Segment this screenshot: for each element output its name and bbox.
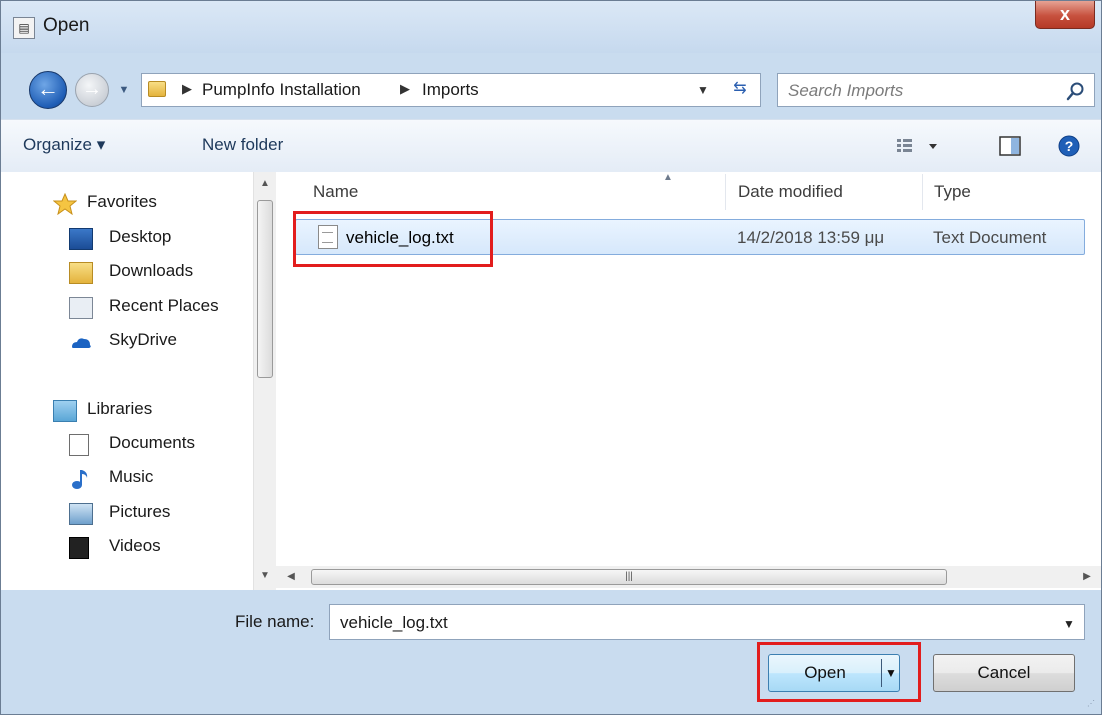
scroll-up-icon[interactable]: ▲ — [254, 174, 276, 194]
pictures-icon — [69, 503, 93, 525]
sidebar-item-skydrive[interactable]: SkyDrive — [69, 327, 267, 357]
sidebar-item-recent-places[interactable]: Recent Places — [69, 293, 267, 323]
music-icon — [72, 470, 88, 489]
forward-arrow-icon: → — [82, 78, 102, 100]
help-icon: ? — [1058, 135, 1080, 157]
preview-pane-icon — [999, 136, 1021, 156]
sort-ascending-icon: ▲ — [663, 172, 673, 183]
sidebar-item-documents[interactable]: Documents — [69, 430, 267, 460]
window-title: Open — [43, 15, 90, 36]
downloads-icon — [69, 262, 93, 284]
organize-button[interactable]: Organize ▾ — [23, 135, 105, 155]
column-header-name[interactable]: Name — [313, 182, 358, 202]
breadcrumb-pumpinfo-installation[interactable]: PumpInfo Installation — [202, 80, 361, 100]
dialog-icon: ▤ — [13, 17, 35, 39]
column-header-date-modified[interactable]: Date modified — [738, 182, 843, 202]
videos-icon — [69, 537, 89, 559]
open-dialog: ▤ Open x ← → ▼ ▶ PumpInfo Installation ▶… — [0, 0, 1102, 715]
file-date-modified: 14/2/2018 13:59 μμ — [737, 228, 885, 247]
close-icon: x — [1059, 4, 1070, 24]
file-highlight-box — [293, 211, 493, 267]
refresh-icon: ⇆ — [733, 80, 747, 97]
skydrive-icon — [72, 338, 91, 348]
file-list-scroll-thumb[interactable]: ||| — [311, 569, 947, 585]
scroll-right-icon[interactable]: ▶ — [1076, 567, 1098, 587]
file-name-label: File name: — [235, 612, 315, 631]
file-name-field[interactable] — [338, 611, 1042, 635]
folder-icon — [148, 81, 166, 97]
command-toolbar: Organize ▾ New folder ? — [1, 119, 1101, 173]
favorites-star-icon — [53, 193, 77, 215]
file-name-combobox[interactable]: ▼ — [329, 604, 1085, 640]
column-header-type[interactable]: Type — [934, 182, 971, 202]
resize-grip-icon[interactable]: ⋰ — [1087, 699, 1099, 711]
search-box[interactable] — [777, 73, 1095, 107]
svg-text:?: ? — [1065, 138, 1074, 154]
cancel-button[interactable]: Cancel — [933, 654, 1075, 692]
refresh-button[interactable]: ⇆ — [721, 74, 759, 104]
forward-button[interactable]: → — [75, 73, 109, 107]
view-options-icon — [897, 139, 937, 152]
new-folder-button[interactable]: New folder — [202, 135, 283, 155]
libraries-icon — [53, 400, 77, 422]
file-name-dropdown-icon[interactable]: ▼ — [1063, 617, 1075, 631]
back-arrow-icon: ← — [37, 76, 59, 101]
breadcrumb-separator-icon[interactable]: ▶ — [400, 81, 410, 97]
address-bar[interactable]: ▶ PumpInfo Installation ▶ Imports ▼ — [141, 73, 761, 107]
title-bar: ▤ Open x — [1, 1, 1101, 53]
file-type: Text Document — [933, 228, 1047, 247]
close-button[interactable]: x — [1035, 1, 1095, 29]
sidebar-item-downloads[interactable]: Downloads — [69, 258, 267, 288]
scroll-left-icon[interactable]: ◀ — [280, 567, 302, 587]
documents-icon — [69, 434, 89, 456]
cancel-button-label: Cancel — [977, 663, 1031, 682]
column-divider[interactable] — [725, 174, 726, 210]
navigation-bar: ← → ▼ ▶ PumpInfo Installation ▶ Imports … — [1, 69, 1101, 111]
recent-locations-dropdown[interactable]: ▼ — [117, 83, 131, 97]
navigation-pane-scrollbar[interactable]: ▲ ▼ — [253, 172, 276, 590]
sidebar-item-videos[interactable]: Videos — [69, 533, 267, 563]
file-list-horizontal-scrollbar[interactable]: ◀ ||| ▶ — [276, 566, 1101, 588]
desktop-icon — [69, 228, 93, 250]
navigation-pane-scroll-thumb[interactable] — [257, 200, 273, 378]
search-icon[interactable] — [1065, 80, 1087, 102]
breadcrumb-separator-icon[interactable]: ▶ — [182, 81, 192, 97]
back-button[interactable]: ← — [29, 71, 67, 109]
change-view-button[interactable] — [895, 132, 959, 160]
preview-pane-button[interactable] — [996, 132, 1024, 160]
address-dropdown-icon[interactable]: ▼ — [697, 83, 709, 97]
scroll-down-icon[interactable]: ▼ — [254, 566, 276, 586]
sidebar-favorites[interactable]: Favorites — [53, 189, 251, 219]
sidebar-item-music[interactable]: Music — [69, 464, 267, 494]
sidebar-libraries[interactable]: Libraries — [53, 396, 251, 426]
recent-places-icon — [69, 297, 93, 319]
navigation-pane: Favorites Desktop Downloads Recent Place… — [1, 172, 253, 590]
column-divider[interactable] — [922, 174, 923, 210]
open-highlight-box — [757, 642, 921, 702]
breadcrumb-imports[interactable]: Imports — [422, 80, 479, 100]
search-input[interactable] — [786, 79, 1050, 103]
sidebar-item-pictures[interactable]: Pictures — [69, 499, 267, 529]
sidebar-item-desktop[interactable]: Desktop — [69, 224, 267, 254]
browser-area: Favorites Desktop Downloads Recent Place… — [1, 172, 1101, 590]
help-button[interactable]: ? — [1055, 132, 1083, 160]
